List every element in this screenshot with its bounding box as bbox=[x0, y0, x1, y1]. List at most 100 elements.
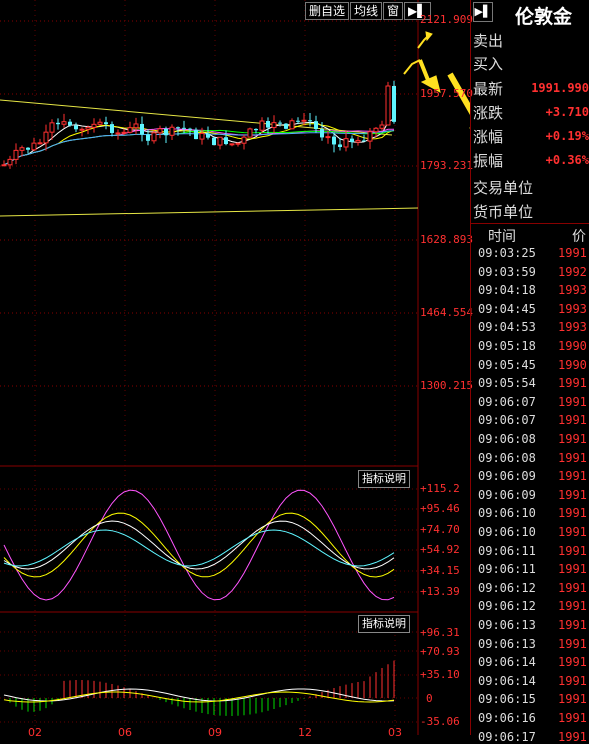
tick-price: 1991 bbox=[558, 580, 587, 595]
candle-body bbox=[74, 125, 78, 130]
candle-body bbox=[355, 139, 361, 143]
tick-time: 09:06:07 bbox=[478, 394, 536, 409]
tick-price: 1991 bbox=[558, 562, 587, 577]
tick-time: 09:06:08 bbox=[478, 432, 536, 446]
tick-row: 09:03:59 1992 bbox=[478, 265, 587, 279]
candle-body bbox=[157, 128, 163, 134]
indicator2-description-button[interactable]: 指标说明 bbox=[358, 615, 410, 633]
candle-body bbox=[140, 123, 144, 135]
candle-body bbox=[379, 124, 385, 129]
candle-body bbox=[121, 131, 127, 134]
tick-price: 1991 bbox=[558, 636, 587, 651]
ind2-level-5: -35.06 bbox=[420, 715, 460, 728]
tick-time: 09:06:13 bbox=[478, 618, 536, 632]
ind1-level-3: +74.70 bbox=[420, 523, 460, 536]
tick-time: 09:06:13 bbox=[478, 636, 536, 651]
tick-price: 1993 bbox=[558, 320, 587, 335]
candle-body bbox=[188, 128, 192, 130]
tick-row: 09:04:53 1993 bbox=[478, 320, 587, 334]
tick-row: 09:06:13 1991 bbox=[478, 618, 587, 632]
remove-watchlist-button[interactable]: 删自选 bbox=[305, 2, 350, 20]
tick-row: 09:06:14 1991 bbox=[478, 674, 587, 688]
price-level-4: 1628.893 bbox=[420, 233, 473, 246]
candle-body bbox=[115, 132, 121, 135]
tick-price: 1991 bbox=[558, 543, 587, 558]
candle-body bbox=[362, 140, 366, 142]
candle-body bbox=[104, 122, 108, 125]
price-level-2: 1957.570 bbox=[420, 87, 473, 100]
price-level-1: 2121.909 bbox=[420, 13, 473, 26]
ind2-level-1: +96.31 bbox=[420, 626, 460, 639]
tick-price: 1991 bbox=[558, 376, 587, 391]
tick-price: 1991 bbox=[558, 729, 587, 744]
tick-row: 09:06:12 1991 bbox=[478, 599, 587, 613]
candle-body bbox=[7, 158, 13, 166]
tick-row: 09:06:15 1991 bbox=[478, 692, 587, 706]
latest-label: 最新 bbox=[473, 80, 504, 98]
candle-body bbox=[332, 136, 336, 145]
candle-body bbox=[289, 120, 295, 130]
tick-time: 09:04:45 bbox=[478, 301, 536, 316]
tick-header-price: 价 bbox=[572, 229, 586, 245]
tick-row: 09:06:11 1991 bbox=[478, 562, 587, 576]
moving-average-button[interactable]: 均线 bbox=[350, 2, 383, 20]
tick-row: 09:06:07 1991 bbox=[478, 413, 587, 427]
annotation-arrows bbox=[403, 31, 470, 129]
indicator1-description-button[interactable]: 指标说明 bbox=[358, 470, 410, 488]
candle-body bbox=[56, 122, 60, 125]
tick-time: 09:06:09 bbox=[478, 487, 536, 502]
tick-price: 1992 bbox=[558, 264, 587, 279]
candle-body bbox=[392, 86, 396, 122]
amplitude-value: +0.36% bbox=[545, 153, 589, 167]
tick-price: 1991 bbox=[558, 692, 587, 707]
candle-body bbox=[182, 127, 186, 129]
tick-time: 09:06:10 bbox=[478, 506, 536, 521]
candle-body bbox=[19, 147, 25, 151]
buy-label: 买入 bbox=[473, 55, 504, 73]
change-value: +3.710 bbox=[545, 105, 589, 119]
tick-time: 09:03:59 bbox=[478, 264, 536, 279]
moving-average-line bbox=[3, 130, 395, 166]
tick-row: 09:04:45 1993 bbox=[478, 302, 587, 316]
tick-price: 1991 bbox=[558, 432, 587, 446]
candle-body bbox=[97, 121, 103, 125]
currency-unit-label: 货币单位 bbox=[473, 203, 534, 221]
tick-row: 09:06:16 1991 bbox=[478, 711, 587, 725]
price-level-5: 1464.554 bbox=[420, 306, 473, 319]
tick-price: 1991 bbox=[558, 394, 587, 409]
indicator-j-line bbox=[3, 489, 395, 601]
tick-time: 09:06:12 bbox=[478, 599, 536, 614]
candle-body bbox=[127, 127, 133, 133]
trade-unit-label: 交易单位 bbox=[473, 179, 534, 197]
candle-body bbox=[271, 122, 277, 129]
candle-body bbox=[164, 128, 168, 136]
ind1-level-1: +115.2 bbox=[420, 482, 460, 495]
tick-row: 09:06:10 1991 bbox=[478, 525, 587, 539]
candle-body bbox=[284, 123, 288, 129]
x-label-1: 02 bbox=[28, 726, 42, 739]
tick-price: 1991 bbox=[558, 673, 587, 688]
x-label-4: 12 bbox=[298, 726, 312, 739]
candle-body bbox=[1, 164, 7, 167]
candle-body bbox=[266, 121, 270, 128]
arrow-3 bbox=[447, 72, 470, 116]
tick-row: 09:05:18 1990 bbox=[478, 339, 587, 353]
tick-time: 09:06:11 bbox=[478, 543, 536, 558]
candle-body bbox=[308, 120, 312, 122]
change-pct-label: 涨幅 bbox=[473, 128, 504, 146]
tick-price: 1991 bbox=[558, 246, 587, 260]
ind1-level-5: +34.15 bbox=[420, 564, 460, 577]
tick-row: 09:06:14 1991 bbox=[478, 655, 587, 669]
tick-price: 1991 bbox=[558, 525, 587, 539]
candle-body bbox=[31, 142, 37, 151]
tick-price: 1991 bbox=[558, 413, 587, 428]
tick-price: 1991 bbox=[558, 618, 587, 632]
tick-row: 09:06:10 1991 bbox=[478, 506, 587, 520]
candle-body bbox=[26, 147, 30, 150]
window-button[interactable]: 窗 bbox=[383, 2, 404, 20]
tick-row: 09:05:45 1990 bbox=[478, 358, 587, 372]
tick-price: 1991 bbox=[558, 599, 587, 614]
panel-toggle-icon[interactable]: ▶▌ bbox=[473, 2, 493, 22]
candle-body bbox=[91, 123, 97, 128]
candle-body bbox=[296, 120, 300, 122]
